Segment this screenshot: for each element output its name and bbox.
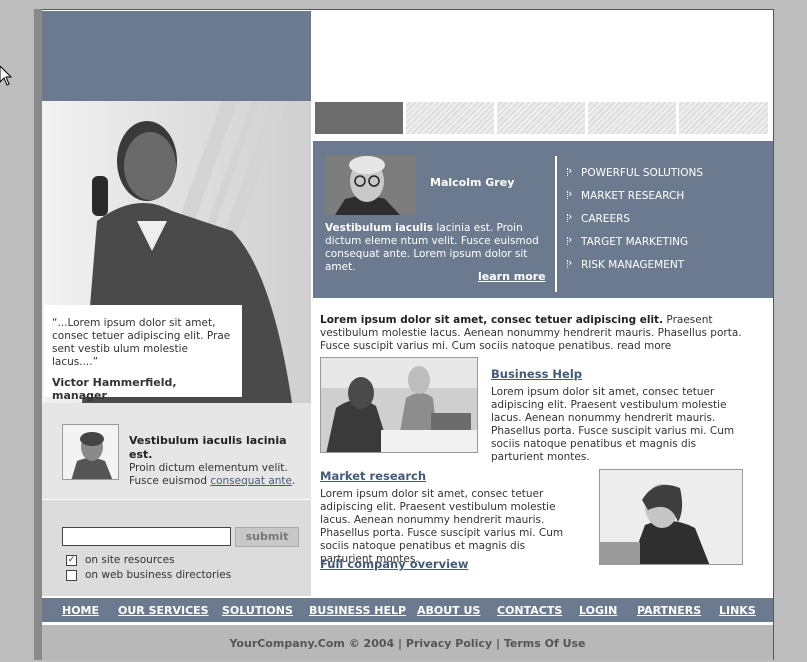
header-tab-2[interactable] [406, 102, 494, 134]
nav-solutions[interactable]: SOLUTIONS [222, 604, 293, 617]
arrow-icon [567, 210, 576, 223]
search-input[interactable] [62, 527, 231, 546]
footer-text: YourCompany.Com © 2004 | Privacy Policy … [42, 637, 773, 650]
profile-after: . [292, 475, 296, 487]
side-menu-label: MARKET RESEARCH [581, 190, 685, 202]
header-tab-5[interactable] [679, 102, 768, 134]
nav-login[interactable]: LOGIN [579, 604, 617, 617]
submit-button[interactable]: submit [235, 527, 299, 547]
featured-lead: Vestibulum iaculis [325, 222, 434, 234]
header-banner-right [311, 11, 773, 101]
market-research-text: Lorem ipsum dolor sit amet, consec tetue… [320, 488, 564, 565]
business-help-title[interactable]: Business Help [491, 367, 582, 381]
header-tab-4[interactable] [588, 102, 676, 134]
side-menu-item-market-research[interactable]: MARKET RESEARCH [567, 187, 685, 202]
intro-paragraph: Lorem ipsum dolor sit amet, consec tetue… [320, 314, 770, 353]
business-help-text: Lorem ipsum dolor sit amet, consec tetue… [491, 386, 735, 463]
business-help-photo [320, 357, 478, 453]
side-menu-label: CAREERS [581, 213, 631, 225]
terms-of-use-link[interactable]: Terms Of Use [504, 637, 586, 650]
profile-link[interactable]: consequat ante [210, 475, 292, 487]
arrow-icon [567, 187, 576, 200]
market-research-title[interactable]: Market research [320, 469, 426, 483]
profile-description: Vestibulum iaculis lacinia est. Proin di… [129, 434, 304, 488]
arrow-icon [567, 233, 576, 246]
header-banner-left [42, 11, 311, 101]
profile-title: Vestibulum iaculis lacinia est. [129, 434, 287, 461]
featured-photo [325, 155, 416, 215]
side-menu-label: POWERFUL SOLUTIONS [581, 167, 704, 179]
nav-business-help[interactable]: BUSINESS HELP [309, 604, 406, 617]
testimonial-quote: “...Lorem ipsum dolor sit amet, consec t… [44, 305, 242, 402]
footer-copyright: YourCompany.Com © 2004 [229, 637, 395, 650]
footer-separator: | [495, 637, 500, 650]
company-overview-link[interactable]: Full company overview [320, 557, 468, 571]
nav-about-us[interactable]: ABOUT US [417, 604, 480, 617]
read-more-link[interactable]: read more [617, 340, 671, 352]
side-menu-item-careers[interactable]: CAREERS [567, 210, 631, 225]
featured-name: Malcolm Grey [430, 176, 515, 189]
mouse-cursor-icon [0, 66, 12, 86]
profile-thumbnail [62, 424, 119, 480]
nav-links[interactable]: LINKS [719, 604, 756, 617]
checkbox-web-directories-label: on web business directories [85, 569, 232, 581]
header-tab-1[interactable] [315, 102, 403, 134]
nav-our-services[interactable]: OUR SERVICES [118, 604, 209, 617]
side-menu-label: RISK MANAGEMENT [581, 259, 685, 271]
market-research-photo [599, 469, 743, 565]
checkbox-site-resources-label: on site resources [85, 554, 175, 566]
featured-text: Vestibulum iaculis lacinia est. Proin di… [325, 222, 545, 274]
nav-partners[interactable]: PARTNERS [637, 604, 701, 617]
search-panel [42, 500, 311, 596]
side-menu-item-powerful-solutions[interactable]: POWERFUL SOLUTIONS [567, 164, 704, 179]
header-tab-3[interactable] [497, 102, 585, 134]
footer-separator: | [398, 637, 403, 650]
arrow-icon [567, 256, 576, 269]
arrow-icon [567, 164, 576, 177]
panel-divider [555, 156, 557, 292]
privacy-policy-link[interactable]: Privacy Policy [406, 637, 492, 650]
side-menu-item-target-marketing[interactable]: TARGET MARKETING [567, 233, 689, 248]
nav-home[interactable]: HOME [62, 604, 99, 617]
quote-author: Victor Hammerfield, manager [52, 376, 177, 402]
left-edge [34, 9, 42, 660]
side-menu-label: TARGET MARKETING [581, 236, 689, 248]
checkbox-site-resources[interactable]: ✓ [66, 555, 77, 566]
checkbox-web-directories[interactable] [66, 570, 77, 581]
learn-more-link[interactable]: learn more [478, 270, 546, 283]
nav-contacts[interactable]: CONTACTS [497, 604, 562, 617]
quote-text: “...Lorem ipsum dolor sit amet, consec t… [52, 317, 231, 368]
intro-lead: Lorem ipsum dolor sit amet, consec tetue… [320, 314, 664, 326]
side-menu-item-risk-management[interactable]: RISK MANAGEMENT [567, 256, 685, 271]
